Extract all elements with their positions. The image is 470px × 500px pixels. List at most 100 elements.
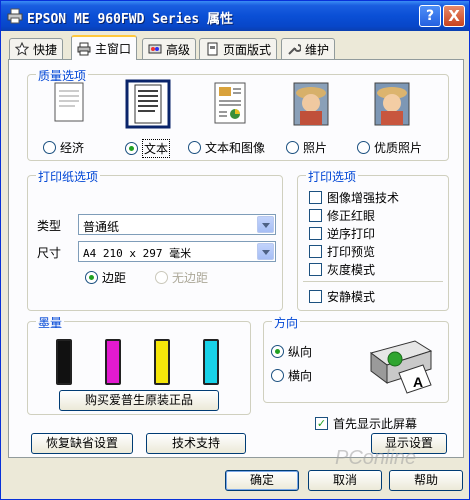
quality-radio-text-image[interactable]: 文本和图像	[188, 139, 265, 156]
checkbox-label: 逆序打印	[327, 227, 376, 241]
tab-label: 主窗口	[95, 42, 132, 56]
printer-icon	[7, 8, 23, 24]
orientation-radio-portrait[interactable]: 纵向	[271, 343, 312, 360]
checkbox[interactable]	[309, 209, 322, 222]
radio-label: 边距	[102, 271, 127, 285]
group-legend: 墨量	[36, 314, 65, 331]
orientation-preview-printer-icon: A	[369, 340, 433, 394]
paper-type-select[interactable]: 普通纸	[78, 214, 276, 235]
checkbox-label: 图像增强技术	[327, 191, 400, 205]
help-button[interactable]: 帮助	[389, 470, 463, 491]
close-button[interactable]: X	[443, 5, 465, 27]
checkbox[interactable]	[309, 263, 322, 276]
radio-button[interactable]	[43, 141, 56, 154]
checkbox-label: 首先显示此屏幕	[333, 417, 418, 431]
ink-cartridge-yellow	[154, 339, 170, 385]
ink-cartridge-magenta	[105, 339, 121, 385]
best-photo-quality-icon[interactable]	[369, 79, 415, 129]
group-legend: 打印选项	[306, 168, 359, 185]
radio-button	[155, 271, 168, 284]
paper-type-value: 普通纸	[83, 220, 120, 234]
page-layout-icon	[207, 42, 218, 56]
radio-button[interactable]	[357, 141, 370, 154]
radio-button[interactable]	[188, 141, 201, 154]
tab-shortcut[interactable]: 快捷	[9, 38, 64, 59]
checkbox[interactable]	[309, 290, 322, 303]
radio-label: 纵向	[288, 345, 313, 359]
quality-radio-best-photo[interactable]: 优质照片	[357, 139, 422, 156]
checkbox-show-first[interactable]: ✓ 首先显示此屏幕	[315, 415, 417, 432]
group-legend: 方向	[272, 314, 301, 331]
radio-label: 文本和图像	[205, 141, 266, 155]
margin-radio-borderless: 无边距	[155, 269, 208, 286]
radio-button[interactable]	[85, 271, 98, 284]
radio-label: 横向	[288, 369, 313, 383]
checkbox-label: 修正红眼	[327, 209, 376, 223]
checkbox-print-preview[interactable]: 打印预览	[309, 243, 375, 260]
tab-label: 维护	[305, 42, 330, 57]
preview-letter: A	[413, 374, 423, 390]
buy-epson-genuine-button[interactable]: 购买爱普生原装正品	[59, 390, 219, 411]
group-legend: 打印纸选项	[36, 168, 101, 185]
wrench-icon	[288, 44, 301, 55]
radio-label: 无边距	[172, 271, 209, 285]
text-and-image-quality-icon[interactable]	[207, 79, 253, 129]
star-icon	[15, 42, 29, 56]
checkbox[interactable]: ✓	[315, 417, 328, 430]
checkbox-label: 灰度模式	[327, 263, 376, 277]
restore-defaults-button[interactable]: 恢复缺省设置	[31, 433, 133, 454]
paper-type-label: 类型	[37, 219, 62, 233]
checkbox-label: 打印预览	[327, 245, 376, 259]
paper-size-select[interactable]: A4 210 x 297 毫米	[78, 241, 276, 262]
tab-label: 页面版式	[223, 42, 272, 57]
tab-page-layout[interactable]: 页面版式	[199, 38, 278, 59]
tab-advanced[interactable]: 高级	[142, 38, 197, 59]
cancel-button[interactable]: 取消	[308, 470, 382, 491]
radio-label: 文本	[142, 139, 171, 158]
checkbox[interactable]	[309, 245, 322, 258]
radio-button[interactable]	[271, 369, 284, 382]
radio-label: 照片	[303, 141, 328, 155]
checkbox-label: 安静模式	[327, 290, 376, 304]
radio-button[interactable]	[271, 345, 284, 358]
divider	[303, 281, 443, 282]
ink-cartridge-black	[56, 339, 72, 385]
checkbox[interactable]	[309, 191, 322, 204]
checkbox-red-eye[interactable]: 修正红眼	[309, 207, 375, 224]
quality-radio-photo[interactable]: 照片	[286, 139, 327, 156]
technical-support-button[interactable]: 技术支持	[146, 433, 246, 454]
tab-main[interactable]: 主窗口	[71, 35, 138, 60]
quality-radio-economy[interactable]: 经济	[43, 139, 84, 156]
checkbox-quiet-mode[interactable]: 安静模式	[309, 288, 375, 305]
title-bar[interactable]: EPSON ME 960FWD Series 属性 ? X	[1, 1, 469, 31]
chevron-down-icon[interactable]	[257, 243, 274, 260]
ink-cartridge-cyan	[203, 339, 219, 385]
tab-label: 高级	[166, 42, 191, 57]
chevron-down-icon[interactable]	[257, 216, 274, 233]
checkbox-reverse-order[interactable]: 逆序打印	[309, 225, 375, 242]
printer-icon	[77, 42, 91, 55]
radio-label: 优质照片	[374, 141, 423, 155]
checkbox[interactable]	[309, 227, 322, 240]
ok-button[interactable]: 确定	[225, 470, 299, 491]
quality-radio-text[interactable]: 文本	[125, 139, 171, 158]
tab-maintenance[interactable]: 维护	[281, 38, 336, 59]
checkbox-grayscale[interactable]: 灰度模式	[309, 261, 375, 278]
checkbox-image-enhance[interactable]: 图像增强技术	[309, 189, 399, 206]
paper-size-value: A4 210 x 297 毫米	[83, 247, 192, 260]
tab-label: 快捷	[33, 42, 58, 57]
text-quality-icon[interactable]	[125, 79, 171, 129]
help-title-button[interactable]: ?	[419, 5, 441, 27]
watermark: PConline	[335, 447, 417, 469]
window-title: EPSON ME 960FWD Series 属性	[27, 12, 234, 27]
economy-quality-icon[interactable]	[45, 79, 91, 129]
photo-quality-icon[interactable]	[288, 79, 334, 129]
radio-button[interactable]	[286, 141, 299, 154]
paper-size-label: 尺寸	[37, 246, 62, 260]
printer-properties-window: EPSON ME 960FWD Series 属性 ? X 快捷 主窗口 高级 …	[0, 0, 470, 500]
orientation-radio-landscape[interactable]: 横向	[271, 367, 312, 384]
advanced-settings-icon	[148, 44, 162, 54]
margin-radio-bordered[interactable]: 边距	[85, 269, 126, 286]
radio-label: 经济	[60, 141, 85, 155]
radio-button[interactable]	[125, 142, 138, 155]
